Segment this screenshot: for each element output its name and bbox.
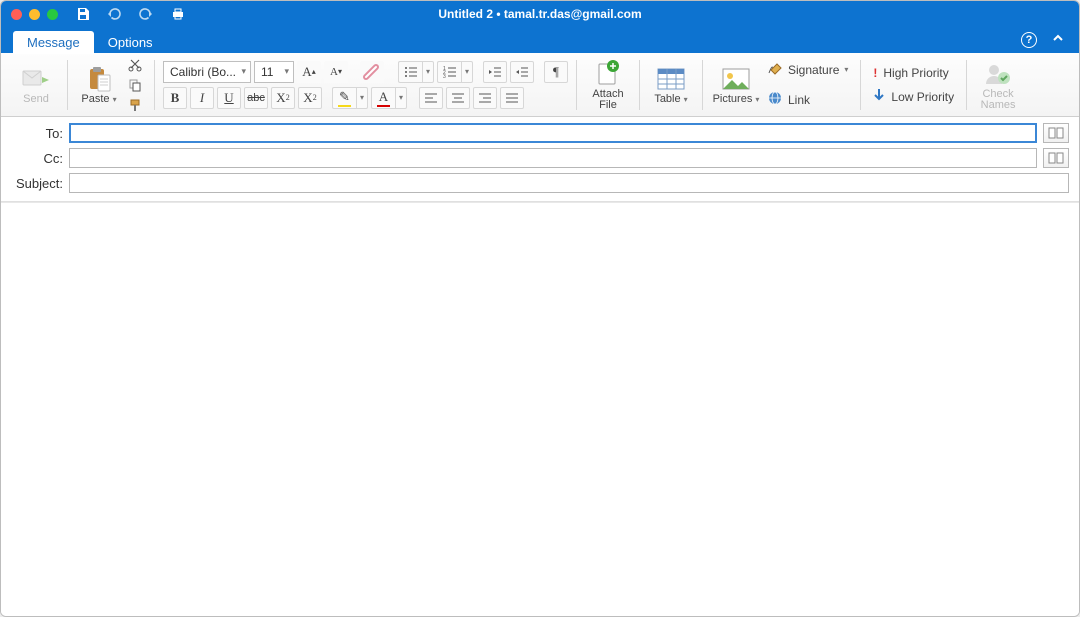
cc-label: Cc: (11, 151, 63, 166)
copy-icon[interactable] (124, 77, 146, 93)
font-color-dropdown[interactable]: ▾ (395, 87, 407, 109)
cut-icon[interactable] (124, 57, 146, 73)
grow-font-icon[interactable]: A▴ (297, 61, 321, 83)
maximize-window-button[interactable] (47, 9, 58, 20)
quick-access-toolbar (76, 7, 186, 21)
underline-button[interactable]: U (217, 87, 241, 109)
print-icon[interactable] (170, 7, 186, 21)
send-icon (22, 64, 50, 94)
align-right-icon[interactable] (473, 87, 497, 109)
font-color-button[interactable]: A (371, 87, 395, 109)
check-names-icon (984, 59, 1012, 89)
attach-file-icon (595, 59, 621, 89)
cc-addressbook-button[interactable] (1043, 148, 1069, 168)
paste-icon (86, 64, 112, 94)
format-painter-icon[interactable] (124, 97, 146, 113)
bold-button[interactable]: B (163, 87, 187, 109)
numbered-list-icon[interactable]: 123 (437, 61, 461, 83)
pictures-button[interactable]: Pictures ▾ (711, 57, 761, 113)
font-size-combo[interactable]: 11▾ (254, 61, 294, 83)
highlight-color-dropdown[interactable]: ▾ (356, 87, 368, 109)
compose-window: Untitled 2 • tamal.tr.das@gmail.com Mess… (0, 0, 1080, 617)
italic-button[interactable]: I (190, 87, 214, 109)
title-bar: Untitled 2 • tamal.tr.das@gmail.com (1, 1, 1079, 27)
superscript-button[interactable]: X2 (298, 87, 322, 109)
subject-field[interactable] (69, 173, 1069, 193)
link-icon (767, 91, 783, 108)
window-controls (11, 9, 58, 20)
check-names-button[interactable]: Check Names (975, 57, 1021, 113)
link-button[interactable]: Link (763, 88, 852, 112)
message-body[interactable] (1, 202, 1079, 616)
align-justify-icon[interactable] (500, 87, 524, 109)
ribbon-tab-bar: Message Options ? (1, 27, 1079, 53)
low-priority-icon (873, 88, 885, 105)
table-icon (657, 64, 685, 94)
send-button[interactable]: Send (13, 57, 59, 113)
align-center-icon[interactable] (446, 87, 470, 109)
shrink-font-icon[interactable]: A▾ (324, 61, 348, 83)
paste-button[interactable]: Paste ▾ (76, 57, 122, 113)
subject-label: Subject: (11, 176, 63, 191)
numbered-list-dropdown[interactable]: ▾ (461, 61, 473, 83)
table-button[interactable]: Table ▾ (648, 57, 694, 113)
highlight-color-button[interactable]: ✎ (332, 87, 356, 109)
paragraph-marks-icon[interactable]: ¶ (544, 61, 568, 83)
svg-text:3: 3 (443, 74, 446, 78)
undo-icon[interactable] (106, 7, 122, 21)
strikethrough-button[interactable]: abc (244, 87, 268, 109)
save-icon[interactable] (76, 7, 90, 21)
bulleted-list-dropdown[interactable]: ▾ (422, 61, 434, 83)
signature-button[interactable]: Signature ▾ (763, 58, 852, 82)
outdent-icon[interactable] (483, 61, 507, 83)
help-icon[interactable]: ? (1021, 32, 1037, 48)
ribbon: Send Paste ▾ (1, 53, 1079, 117)
tab-message[interactable]: Message (13, 31, 94, 54)
tab-options[interactable]: Options (94, 31, 167, 54)
indent-icon[interactable] (510, 61, 534, 83)
cc-field[interactable] (69, 148, 1037, 168)
font-name-combo[interactable]: Calibri (Bo...▾ (163, 61, 251, 83)
high-priority-icon: ! (873, 66, 877, 80)
clear-formatting-icon[interactable] (360, 61, 384, 83)
to-label: To: (11, 126, 63, 141)
close-window-button[interactable] (11, 9, 22, 20)
subscript-button[interactable]: X2 (271, 87, 295, 109)
redo-icon[interactable] (138, 7, 154, 21)
svg-text:2: 2 (443, 70, 446, 76)
collapse-ribbon-icon[interactable] (1051, 31, 1065, 50)
message-header: To: Cc: Subject: (1, 117, 1079, 202)
svg-text:1: 1 (443, 66, 446, 72)
signature-icon (767, 61, 783, 78)
minimize-window-button[interactable] (29, 9, 40, 20)
align-left-icon[interactable] (419, 87, 443, 109)
attach-file-button[interactable]: Attach File (585, 57, 631, 113)
bulleted-list-icon[interactable] (398, 61, 422, 83)
pictures-icon (722, 64, 750, 94)
to-field[interactable] (69, 123, 1037, 143)
to-addressbook-button[interactable] (1043, 123, 1069, 143)
high-priority-button[interactable]: ! High Priority (869, 61, 958, 85)
low-priority-button[interactable]: Low Priority (869, 85, 958, 109)
